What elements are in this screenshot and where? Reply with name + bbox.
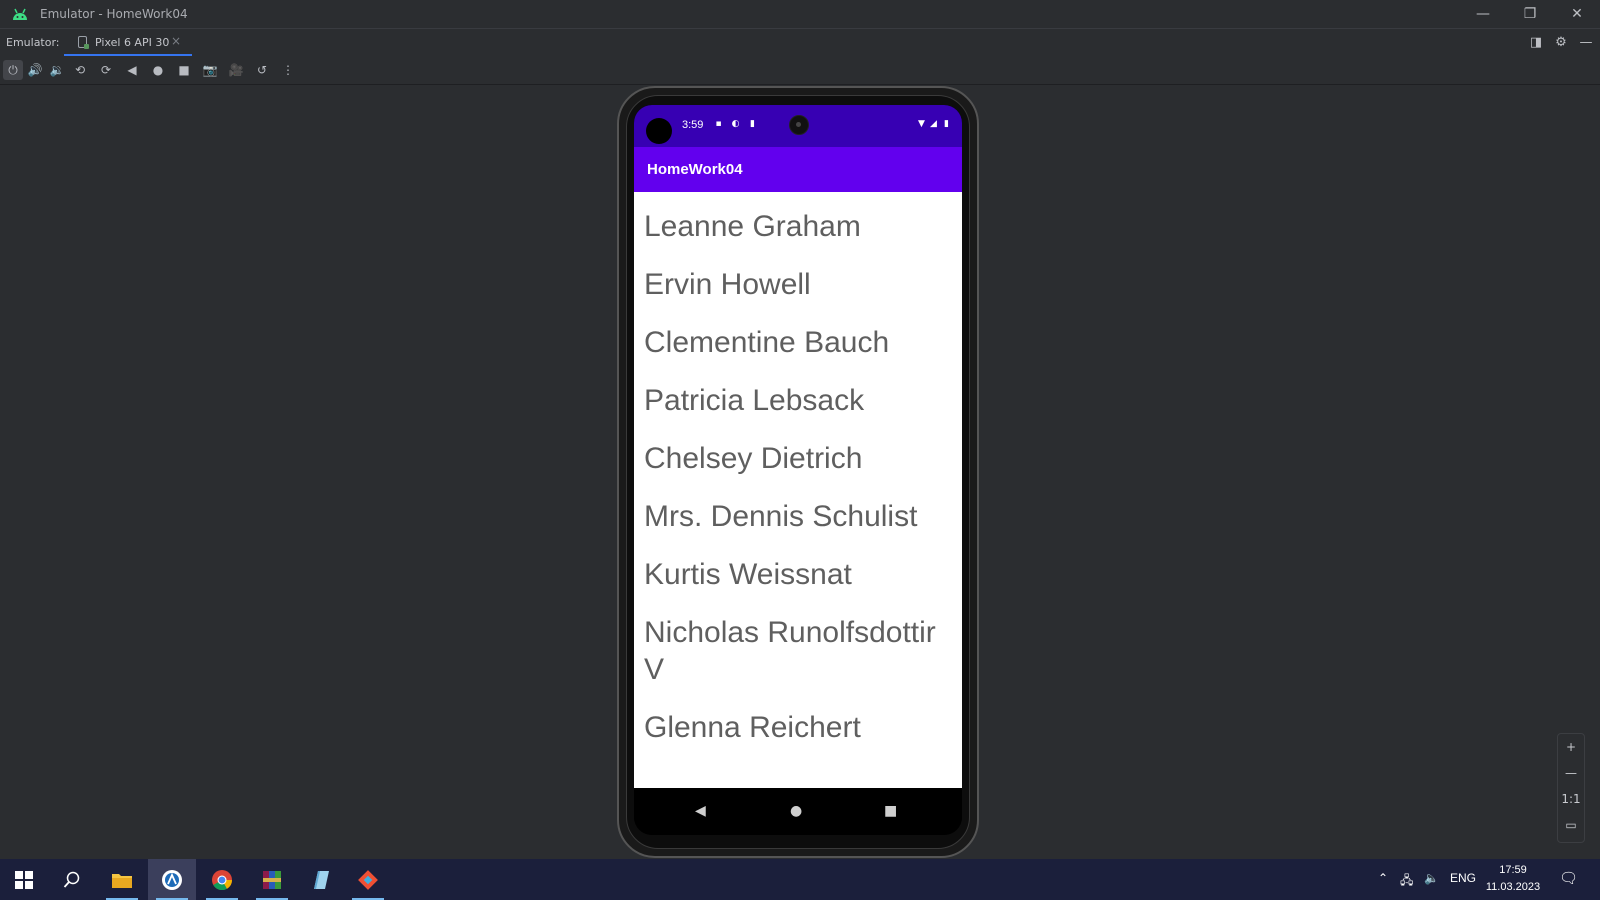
tab-label: Pixel 6 API 30 (95, 36, 170, 49)
folder-icon (112, 874, 132, 888)
emulator-label: Emulator: (6, 36, 60, 49)
git-app[interactable] (344, 859, 392, 900)
device-screen[interactable]: 3:59 ▪ ◐ ▮ ▼ ◢ ▮ HomeWork04 Leanne Graha… (634, 105, 962, 835)
zoom-controls: + — 1:1 ▭ (1557, 733, 1585, 843)
notification-center-icon[interactable]: 🗨 (1559, 869, 1578, 887)
network-icon[interactable]: 🖧 (1400, 871, 1413, 892)
minimize-button[interactable]: — (1472, 4, 1494, 24)
hide-panel-icon[interactable]: — (1578, 35, 1594, 51)
notepad-icon (314, 871, 329, 889)
nav-recents-icon[interactable]: ■ (884, 803, 897, 819)
layout-toggle-icon[interactable]: ◨ (1528, 35, 1544, 51)
language-indicator[interactable]: ENG (1450, 871, 1476, 885)
front-camera (789, 115, 809, 135)
gear-icon[interactable]: ⚙ (1553, 35, 1569, 51)
fit-screen-icon[interactable]: ▭ (1558, 812, 1584, 838)
user-list-item[interactable]: Kurtis Weissnat (644, 556, 952, 593)
clock-date: 11.03.2023 (1485, 881, 1541, 893)
tab-close-icon[interactable]: × (171, 34, 181, 48)
status-time: 3:59 (682, 119, 704, 131)
android-studio-app[interactable] (148, 859, 196, 900)
camera-icon[interactable]: 📷 (200, 60, 220, 80)
file-explorer-app[interactable] (98, 859, 146, 900)
android-studio-icon (162, 870, 182, 890)
user-list-item[interactable]: Leanne Graham (644, 208, 952, 245)
app-bar: HomeWork04 (634, 147, 962, 192)
actual-size-button[interactable]: 1:1 (1558, 786, 1584, 812)
archive-icon (263, 871, 281, 889)
snapshot-icon[interactable]: ↺ (252, 60, 272, 80)
window-title-bar: Emulator - HomeWork04 — ❐ ✕ (0, 0, 1600, 28)
winrar-app[interactable] (248, 859, 296, 900)
window-title: Emulator - HomeWork04 (40, 7, 188, 21)
more-options-icon[interactable]: ⋮ (278, 60, 298, 80)
windows-icon (15, 871, 33, 889)
power-icon[interactable]: ⏻ (3, 60, 23, 80)
rotate-right-icon[interactable]: ⟳ (96, 60, 116, 80)
close-button[interactable]: ✕ (1566, 4, 1588, 24)
user-list: Leanne Graham Ervin Howell Clementine Bauc… (634, 192, 962, 746)
app-title: HomeWork04 (647, 161, 743, 178)
user-list-item[interactable]: Glenna Reichert (644, 709, 952, 746)
user-list-item[interactable]: Ervin Howell (644, 266, 952, 303)
chrome-app[interactable] (198, 859, 246, 900)
user-list-item[interactable]: Mrs. Dennis Schulist (644, 498, 952, 535)
speaker-icon[interactable]: 🔈 (1424, 871, 1439, 885)
zoom-in-button[interactable]: + (1558, 734, 1584, 760)
user-list-item[interactable]: Patricia Lebsack (644, 382, 952, 419)
user-list-container[interactable]: Leanne Graham Ervin Howell Clementine Bauc… (634, 192, 962, 788)
user-list-item[interactable]: Chelsey Dietrich (644, 440, 952, 477)
status-dot (646, 118, 672, 144)
android-icon (13, 8, 27, 20)
device-icon (78, 36, 89, 49)
user-list-item[interactable]: Nicholas Runolfsdottir V (644, 614, 952, 688)
data-saver-icon: ◐ (731, 119, 740, 129)
back-icon[interactable]: ◀ (122, 60, 142, 80)
status-bar: 3:59 ▪ ◐ ▮ ▼ ◢ ▮ (634, 105, 962, 147)
zoom-out-button[interactable]: — (1558, 760, 1584, 786)
nav-home-icon[interactable]: ● (790, 803, 802, 819)
screen-record-icon[interactable]: 🎥 (226, 60, 246, 80)
system-clock[interactable]: 17:59 11.03.2023 (1480, 862, 1546, 896)
volume-down-icon[interactable]: 🔉 (47, 60, 67, 80)
overview-icon[interactable]: ■ (174, 60, 194, 80)
battery-icon: ▮ (944, 119, 949, 129)
rotate-left-icon[interactable]: ⟲ (70, 60, 90, 80)
search-icon (63, 871, 80, 888)
restore-button[interactable]: ❐ (1519, 4, 1541, 24)
home-icon[interactable]: ● (148, 60, 168, 80)
windows-taskbar: ⌃ 🖧 🔈 ENG 17:59 11.03.2023 🗨 (0, 859, 1600, 900)
sd-card-icon: ▮ (750, 119, 755, 129)
chrome-icon (212, 870, 233, 891)
search-button[interactable] (48, 859, 96, 900)
signal-icon: ◢ (930, 119, 937, 129)
nav-back-icon[interactable]: ◀ (695, 803, 706, 819)
tab-pixel-6-api-30[interactable]: Pixel 6 API 30 × (64, 29, 192, 57)
git-icon (358, 870, 378, 890)
clock-time: 17:59 (1499, 864, 1527, 876)
navigation-bar: ◀ ● ■ (634, 788, 962, 835)
notepad-app[interactable] (296, 859, 344, 900)
user-list-item[interactable]: Clementine Bauch (644, 324, 952, 361)
emulator-tabs-bar: Emulator: Pixel 6 API 30 × ◨ ⚙ — (0, 28, 1600, 57)
chevron-up-icon[interactable]: ⌃ (1378, 871, 1388, 885)
emulator-toolbar: ⏻ 🔊 🔉 ⟲ ⟳ ◀ ● ■ 📷 🎥 ↺ ⋮ (0, 56, 1600, 85)
notification-icon: ▪ (715, 119, 722, 129)
volume-up-icon[interactable]: 🔊 (25, 60, 45, 80)
wifi-icon: ▼ (918, 119, 925, 129)
start-button[interactable] (0, 859, 48, 900)
